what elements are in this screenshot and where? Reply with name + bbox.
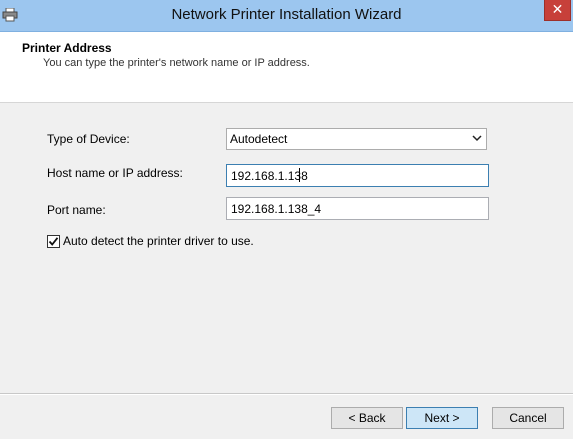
host-input-value: 192.168.1.138 — [231, 169, 308, 183]
device-type-value: Autodetect — [230, 132, 288, 146]
back-button[interactable]: < Back — [331, 407, 403, 429]
port-input-value: 192.168.1.138_4 — [231, 202, 322, 216]
window-title: Network Printer Installation Wizard — [171, 6, 402, 23]
page-title: Printer Address — [22, 41, 112, 55]
next-button[interactable]: Next > — [406, 407, 478, 429]
auto-detect-label[interactable]: Auto detect the printer driver to use. — [63, 234, 254, 248]
title-bar: Network Printer Installation Wizard ✕ — [0, 0, 573, 32]
port-label: Port name: — [47, 203, 106, 217]
host-label: Host name or IP address: — [47, 166, 183, 180]
auto-detect-checkbox[interactable] — [47, 235, 60, 248]
checkmark-icon — [48, 237, 59, 246]
port-input[interactable]: 192.168.1.138_4 — [226, 197, 489, 220]
host-input[interactable]: 192.168.1.138 — [226, 164, 489, 187]
close-button[interactable]: ✕ — [544, 0, 571, 21]
page-subtitle: You can type the printer's network name … — [43, 57, 310, 69]
wizard-header: Printer Address You can type the printer… — [0, 32, 573, 103]
footer-separator — [0, 393, 573, 395]
device-type-label: Type of Device: — [47, 132, 130, 146]
device-type-dropdown[interactable]: Autodetect — [226, 128, 487, 150]
cancel-button[interactable]: Cancel — [492, 407, 564, 429]
chevron-down-icon — [472, 135, 482, 142]
text-caret — [299, 168, 300, 182]
